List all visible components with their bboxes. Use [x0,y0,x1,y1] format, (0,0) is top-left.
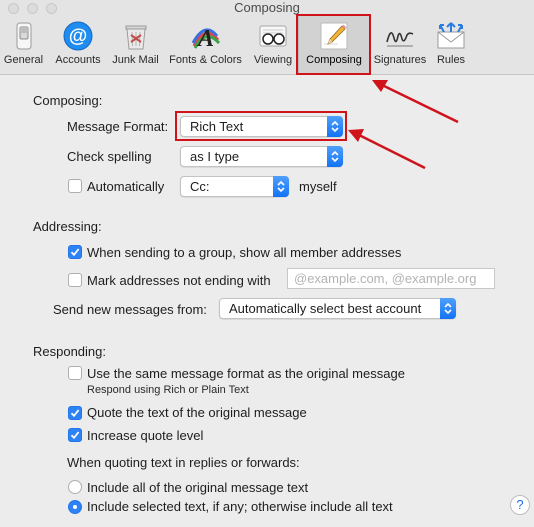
include-all-label: Include all of the original message text [87,480,309,495]
toolbar-item-viewing[interactable]: Viewing [249,16,297,73]
message-format-popup[interactable]: Rich Text [180,116,343,137]
toolbar-item-signatures[interactable]: Signatures [370,16,430,73]
check-spelling-popup[interactable]: as I type [180,146,343,167]
mark-domains-input[interactable] [288,269,494,288]
addressing-heading: Addressing: [33,219,102,234]
help-button[interactable]: ? [510,495,530,515]
myself-label: myself [299,179,337,194]
svg-text:A: A [195,26,213,52]
mark-addresses-label: Mark addresses not ending with [87,273,271,288]
glasses-icon [259,25,287,47]
message-format-label: Message Format: [67,119,169,134]
quote-text-label: Quote the text of the original message [87,405,307,420]
automatically-checkbox[interactable] [68,179,82,193]
mark-addresses-checkbox[interactable] [68,273,82,287]
toolbar-item-general[interactable]: General [0,16,47,73]
check-spelling-value: as I type [190,149,240,164]
toolbar-label: Rules [436,54,466,66]
preferences-toolbar: General @ Accounts Junk Mail A Fonts & C… [0,16,534,75]
toolbar-label: Fonts & Colors [169,54,242,66]
quote-text-checkbox[interactable] [68,406,82,420]
chevron-updown-icon [327,116,343,137]
include-selected-label: Include selected text, if any; otherwise… [87,499,393,514]
signature-icon [386,32,414,47]
composing-heading: Composing: [33,93,103,108]
checkmark-icon [70,431,80,440]
group-addresses-checkbox[interactable] [68,245,82,259]
rules-icon [437,22,465,49]
svg-text:@: @ [69,26,88,47]
annotation-arrow-toolbar [372,80,459,124]
checkmark-icon [70,248,80,257]
switch-icon [16,22,31,50]
chevron-updown-icon [273,176,289,197]
toolbar-label: Signatures [373,54,427,66]
font-icon: A [191,26,220,52]
auto-cc-value: Cc: [190,179,210,194]
include-all-radio[interactable] [68,480,82,494]
check-spelling-label: Check spelling [67,149,152,164]
toolbar-item-junk-mail[interactable]: Junk Mail [109,16,162,73]
quoting-heading: When quoting text in replies or forwards… [67,455,300,470]
toolbar-item-accounts[interactable]: @ Accounts [47,16,109,73]
mark-domains-field[interactable] [287,268,495,289]
toolbar-label: Viewing [253,54,293,66]
send-from-popup[interactable]: Automatically select best account [219,298,456,319]
window-title: Composing [234,0,300,15]
toolbar-label: General [3,54,44,66]
increase-quote-checkbox[interactable] [68,428,82,442]
responding-heading: Responding: [33,344,106,359]
toolbar-item-composing[interactable]: Composing [298,16,370,73]
same-format-label: Use the same message format as the origi… [87,366,405,381]
toolbar-label: Composing [306,54,362,66]
toolbar-item-fonts-colors[interactable]: A Fonts & Colors [162,16,249,73]
pencil-icon [320,22,348,50]
message-format-value: Rich Text [190,119,244,134]
include-selected-radio[interactable] [68,500,82,514]
at-sign-icon: @ [63,21,93,51]
annotation-arrows [348,80,459,170]
annotation-arrow-message-format [348,129,426,170]
trash-icon [125,25,146,50]
chevron-updown-icon [327,146,343,167]
increase-quote-label: Increase quote level [87,428,204,443]
group-addresses-label: When sending to a group, show all member… [87,245,402,260]
automatically-label: Automatically [87,179,165,194]
same-format-checkbox[interactable] [68,366,82,380]
checkmark-icon [70,409,80,418]
same-format-sublabel: Respond using Rich or Plain Text [87,384,249,396]
send-from-label: Send new messages from: [53,302,207,317]
chevron-updown-icon [440,298,456,319]
toolbar-item-rules[interactable]: Rules [430,16,472,73]
send-from-value: Automatically select best account [229,301,422,316]
toolbar-label: Accounts [55,54,101,66]
auto-cc-popup[interactable]: Cc: [180,176,289,197]
toolbar-label: Junk Mail [112,54,159,66]
